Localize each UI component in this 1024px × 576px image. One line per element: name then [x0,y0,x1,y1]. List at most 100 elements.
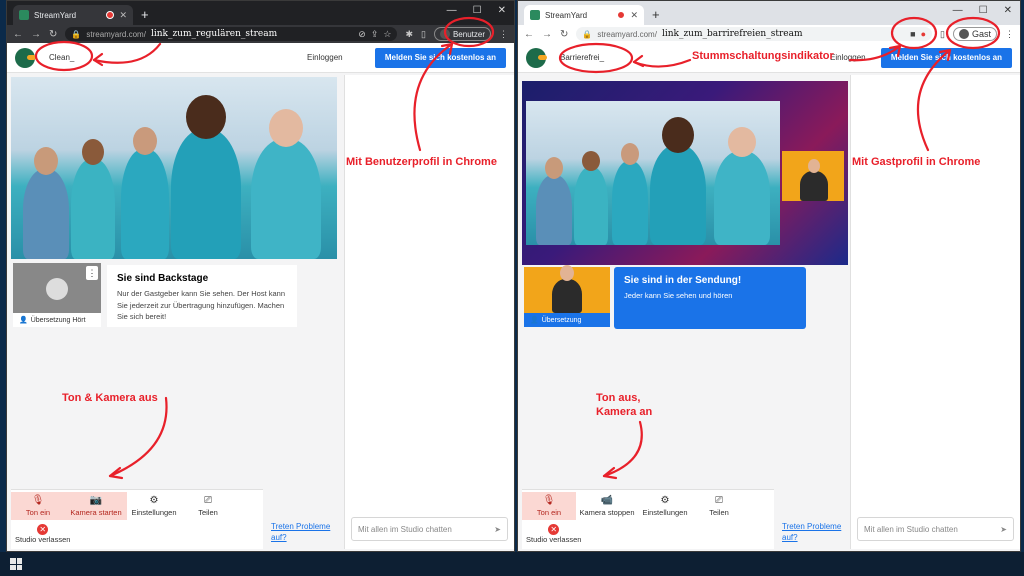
title-bar: StreamYard ✕ + — ☐ ✕ [518,1,1020,25]
camera-toggle-button[interactable]: 📷 Kamera starten [65,492,127,520]
camera-off-icon: 📷 [89,495,103,506]
side-panel-icon[interactable]: ▯ [940,29,945,40]
maximize-icon[interactable]: ☐ [473,5,482,16]
studio-stage: 👤 Übersetzung Sie sind in der Sendung! J… [520,75,850,549]
chat-input[interactable]: Mit allen im Studio chatten ➤ [351,517,508,541]
issues-line-2: auf? [782,533,798,543]
browser-window-left: StreamYard ✕ + — ☐ ✕ ← → ↻ 🔒 streamyard.… [6,0,515,552]
leave-studio-button[interactable]: ✕ Studio verlassen [526,524,581,544]
camera-in-use-icon[interactable]: ■ [910,29,915,39]
tool-label: Teilen [709,508,729,517]
guest-avatar-icon [958,29,969,39]
new-tab-icon[interactable]: + [141,7,149,22]
participant-tile[interactable]: ⋮ 👤 Übersetzung Hört [13,263,101,327]
tool-label: Einstellungen [131,508,177,517]
url-input[interactable]: 🔒 streamyard.com/link_zum_regulären_stre… [65,27,398,41]
menu-kebab-icon[interactable]: ⋮ [1005,29,1014,40]
extensions-icon[interactable]: ✱ [405,29,413,40]
new-tab-icon[interactable]: + [652,7,660,22]
lock-icon: 🔒 [582,29,593,39]
participant-tile[interactable]: 👤 Übersetzung [524,265,610,327]
back-icon[interactable]: ← [13,29,23,40]
leave-studio-button[interactable]: ✕ Studio verlassen [15,524,70,544]
status-title: Sie sind in der Sendung! [624,275,742,286]
tile-menu-icon[interactable]: ⋮ [86,266,98,280]
chat-panel: Mit allen im Studio chatten ➤ [344,75,514,549]
panel-discussion-photo [11,77,337,259]
send-icon[interactable]: ➤ [494,525,501,534]
browser-tab[interactable]: StreamYard ✕ [13,5,133,25]
send-icon[interactable]: ➤ [1000,525,1007,534]
reload-icon[interactable]: ↻ [49,29,57,40]
tool-label: Kamera stoppen [579,508,635,517]
url-domain: streamyard.com/ [86,29,146,39]
issues-line-1: Treten Probleme [271,522,331,531]
windows-start-icon[interactable] [10,558,22,570]
back-icon[interactable]: ← [524,29,534,40]
screen-share-icon: ⎚ [715,495,723,506]
room-name: Clean_ [49,53,75,62]
close-tab-icon[interactable]: ✕ [630,10,638,21]
camera-blocked-icon[interactable]: ⊘ [358,29,366,40]
url-domain: streamyard.com/ [597,29,657,39]
mic-toggle-button[interactable]: 🎙 Ton ein [522,492,576,520]
share-button[interactable]: ⎚ Teilen [692,492,746,520]
login-link[interactable]: Einloggen [307,53,343,62]
tile-label: 👤 Übersetzung Hört [13,313,101,327]
annotation-left-av: Ton & Kamera aus [62,392,158,404]
address-bar: ← → ↻ 🔒 streamyard.com/link_zum_reguläre… [7,25,514,43]
user-icon: 👤 [530,317,539,324]
chat-placeholder: Mit allen im Studio chatten [864,524,958,534]
tile-label: 👤 Übersetzung [524,313,610,327]
chat-placeholder: Mit allen im Studio chatten [358,524,452,534]
forward-icon[interactable]: → [542,29,552,40]
chat-input[interactable]: Mit allen im Studio chatten ➤ [857,517,1014,541]
issues-line-2: auf? [271,533,287,543]
issues-link[interactable]: Treten Probleme auf? [271,521,330,543]
mic-muted-indicator-icon[interactable]: ● [921,29,926,39]
side-panel-icon[interactable]: ▯ [421,29,426,40]
mic-toggle-button[interactable]: 🎙 Ton ein [11,492,65,520]
title-bar: StreamYard ✕ + — ☐ ✕ [7,1,514,25]
annotation-user-profile: Mit Benutzerprofil in Chrome [346,156,497,168]
issues-link[interactable]: Treten Probleme auf? [782,521,841,543]
annotation-right-av-2: Kamera an [596,406,653,418]
login-link[interactable]: Einloggen [830,53,866,62]
camera-toggle-button[interactable]: 📹 Kamera stoppen [576,492,638,520]
settings-button[interactable]: ⚙ Einstellungen [638,492,692,520]
backstage-status-card: Sie sind Backstage Nur der Gastgeber kan… [107,265,297,327]
profile-button[interactable]: Benutzer [433,27,491,41]
screen-share-icon: ⎚ [204,495,212,506]
streamyard-favicon-icon [19,10,29,20]
url-path: link_zum_regulären_stream [150,29,278,39]
lock-icon: 🔒 [71,29,82,39]
studio-stage: ⋮ 👤 Übersetzung Hört Sie sind Backstage … [9,75,339,549]
reload-icon[interactable]: ↻ [560,29,568,40]
profile-label: Benutzer [452,29,485,39]
url-input[interactable]: 🔒 streamyard.com/link_zum_barrirefreien_… [576,27,933,41]
minimize-icon[interactable]: — [953,5,963,16]
settings-button[interactable]: ⚙ Einstellungen [127,492,181,520]
share-button[interactable]: ⎚ Teilen [181,492,235,520]
bookmark-star-icon[interactable]: ☆ [383,29,391,40]
annotation-right-av-1: Ton aus, [596,392,641,404]
tab-title: StreamYard [545,10,588,20]
maximize-icon[interactable]: ☐ [979,5,988,16]
browser-tab[interactable]: StreamYard ✕ [524,5,644,25]
gear-icon: ⚙ [660,495,670,506]
close-window-icon[interactable]: ✕ [1004,5,1012,16]
minimize-icon[interactable]: — [447,5,457,16]
chat-panel: Mit allen im Studio chatten ➤ [850,75,1020,549]
forward-icon[interactable]: → [31,29,41,40]
studio-toolbar: 🎙 Ton ein 📷 Kamera starten ⚙ Einstellungen … [11,489,263,549]
close-tab-icon[interactable]: ✕ [119,10,127,21]
profile-button[interactable]: Gast [952,27,997,41]
signup-button[interactable]: Melden Sie sich kostenlos an [374,47,506,68]
share-icon[interactable]: ⇪ [371,29,379,40]
mic-muted-icon: 🎙 [31,495,45,506]
annotation-guest-profile: Mit Gastprofil in Chrome [852,156,981,168]
signup-button[interactable]: Melden Sie sich kostenlos an [880,47,1012,68]
close-window-icon[interactable]: ✕ [498,5,506,16]
user-icon: 👤 [19,317,28,324]
menu-kebab-icon[interactable]: ⋮ [499,29,508,40]
